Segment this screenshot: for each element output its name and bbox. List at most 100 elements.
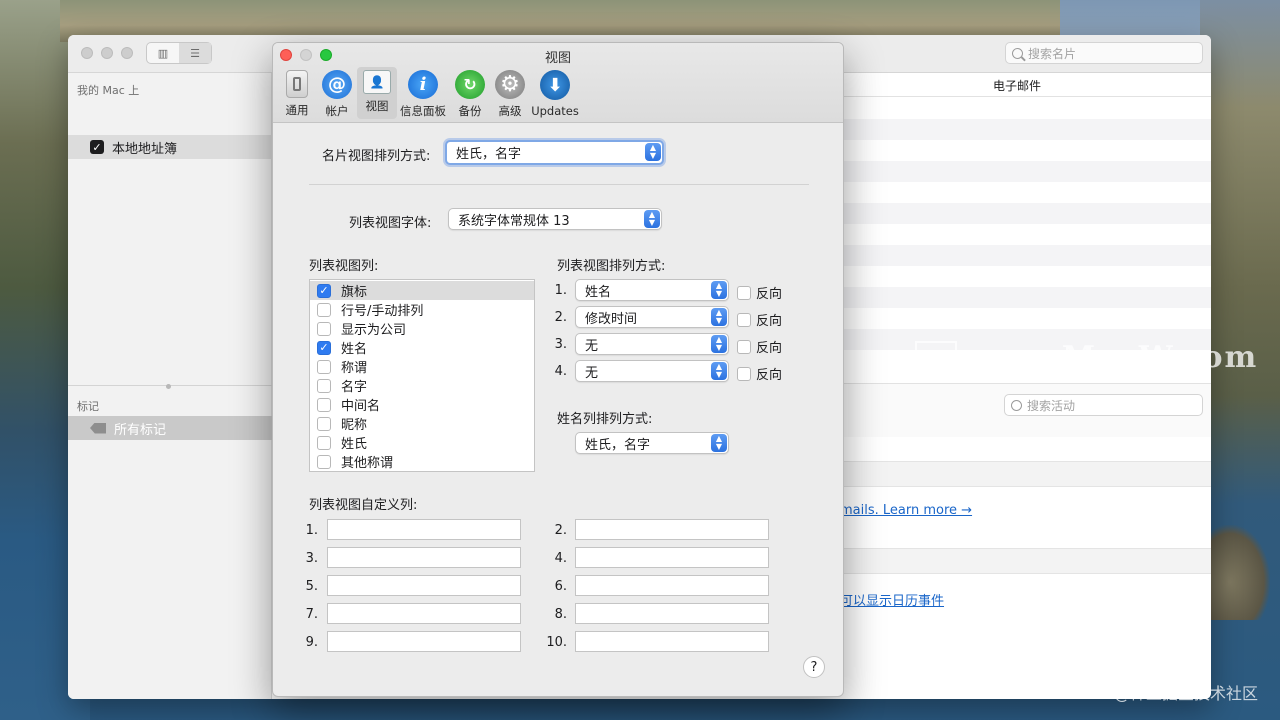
gear-icon: ⚙: [495, 70, 525, 99]
tab-updates[interactable]: ⬇ Updates: [531, 67, 579, 119]
checkbox[interactable]: [317, 302, 331, 317]
checkbox[interactable]: ✓: [317, 340, 331, 355]
checkbox[interactable]: [737, 339, 751, 354]
tab-general[interactable]: 通用: [281, 67, 313, 119]
watermark-text: www.MacW.com: [969, 340, 1259, 375]
checkbox[interactable]: [317, 321, 331, 336]
contacts-search-placeholder: 搜索名片: [1028, 46, 1077, 61]
font-popup[interactable]: 系统字体常规体 13 ▲ ▼: [448, 208, 662, 230]
reverse-checkbox-3[interactable]: 反向: [737, 337, 782, 356]
list-item-label: 姓名: [341, 342, 368, 357]
checkbox[interactable]: [317, 359, 331, 374]
activity-search-placeholder: 搜索活动: [1027, 398, 1076, 413]
list-item[interactable]: ✓ 旗标: [310, 281, 534, 300]
checkbox[interactable]: [317, 378, 331, 393]
list-item[interactable]: 其他称谓: [310, 452, 534, 471]
custom-column-field-5[interactable]: [327, 575, 521, 596]
info-icon: i: [408, 70, 438, 99]
at-sign-icon: @: [322, 70, 352, 99]
checkbox[interactable]: [737, 285, 751, 300]
list-item[interactable]: ✓ 姓名: [310, 338, 534, 357]
custom-index: 9.: [305, 635, 318, 650]
close-button[interactable]: [81, 47, 93, 59]
list-item[interactable]: 行号/手动排列: [310, 300, 534, 319]
credit-text: @稀土掘金技术社区: [1113, 684, 1258, 703]
list-item[interactable]: 显示为公司: [310, 319, 534, 338]
reverse-checkbox-4[interactable]: 反向: [737, 364, 782, 383]
chevron-updown-icon: ▲ ▼: [711, 434, 727, 452]
custom-column-field-2[interactable]: [575, 519, 769, 540]
chevron-updown-icon: ▲ ▼: [711, 335, 727, 353]
name-sort-popup[interactable]: 姓氏，名字 ▲ ▼: [575, 432, 729, 454]
list-item[interactable]: 称谓: [310, 357, 534, 376]
reverse-checkbox-1[interactable]: 反向: [737, 283, 782, 302]
custom-column-field-7[interactable]: [327, 603, 521, 624]
list-sort-popup-2[interactable]: 修改时间 ▲ ▼: [575, 306, 729, 328]
sort-index: 4.: [554, 364, 567, 379]
list-sort-label: 列表视图排列方式:: [557, 259, 666, 274]
custom-column-field-3[interactable]: [327, 547, 521, 568]
contacts-search-field[interactable]: 搜索名片: [1005, 42, 1203, 64]
custom-index: 1.: [305, 523, 318, 538]
list-item[interactable]: 昵称: [310, 414, 534, 433]
zoom-button[interactable]: [121, 47, 133, 59]
list-item-label: 姓氏: [341, 437, 368, 452]
tab-advanced[interactable]: ⚙ 高级: [493, 67, 527, 119]
tab-label: 通用: [285, 103, 309, 117]
tab-backup[interactable]: ↻ 备份: [455, 67, 485, 119]
checkbox[interactable]: [317, 416, 331, 431]
sidebar-item-label: 所有标记: [114, 422, 167, 438]
list-item[interactable]: 名字: [310, 376, 534, 395]
card-sort-popup[interactable]: 姓氏，名字 ▲ ▼: [445, 140, 664, 165]
checkbox[interactable]: [737, 312, 751, 327]
help-button[interactable]: ?: [803, 656, 825, 678]
card-sort-label: 名片视图排列方式:: [322, 149, 431, 164]
custom-column-field-8[interactable]: [575, 603, 769, 624]
tab-info-panel[interactable]: i 信息面板: [400, 67, 446, 119]
list-item[interactable]: 姓氏: [310, 433, 534, 452]
checkbox[interactable]: ✓: [317, 283, 331, 298]
tab-view[interactable]: 👤 视图: [357, 67, 397, 119]
font-value: 系统字体常规体 13: [458, 213, 570, 229]
view-mode-segmented[interactable]: ▥ ☰: [146, 42, 212, 64]
custom-column-field-6[interactable]: [575, 575, 769, 596]
watermark-logo-icon: [915, 340, 957, 375]
popup-value: 修改时间: [585, 311, 638, 327]
list-item-label: 中间名: [341, 399, 381, 414]
sidebar-header-mac: 我的 Mac 上: [77, 84, 140, 97]
reverse-checkbox-2[interactable]: 反向: [737, 310, 782, 329]
card-view-icon: 👤: [363, 70, 391, 94]
checkbox[interactable]: [317, 454, 331, 469]
calendar-link[interactable]: 可以显示日历事件: [840, 590, 944, 609]
learn-more-link[interactable]: mails. Learn more →: [840, 503, 972, 518]
popup-value: 姓氏，名字: [585, 437, 651, 453]
custom-column-field-1[interactable]: [327, 519, 521, 540]
list-sort-popup-4[interactable]: 无 ▲ ▼: [575, 360, 729, 382]
custom-column-field-4[interactable]: [575, 547, 769, 568]
checkbox[interactable]: [317, 435, 331, 450]
chevron-updown-icon: ▲ ▼: [644, 210, 660, 228]
checkbox[interactable]: [737, 366, 751, 381]
popup-value: 无: [585, 365, 599, 381]
minimize-button[interactable]: [101, 47, 113, 59]
checkbox-icon[interactable]: ✓: [90, 140, 104, 154]
activity-search-field[interactable]: 搜索活动: [1004, 394, 1203, 416]
sidebar-item-all-tags[interactable]: 所有标记: [68, 416, 272, 440]
column-header-email[interactable]: 电子邮件: [993, 77, 1041, 94]
sidebar-item-local-addressbook[interactable]: ✓ 本地地址簿: [68, 135, 272, 159]
custom-column-field-10[interactable]: [575, 631, 769, 652]
tab-label: 高级: [498, 104, 522, 118]
list-view-icon[interactable]: ☰: [179, 43, 211, 63]
columns-view-icon[interactable]: ▥: [147, 43, 179, 63]
custom-column-field-9[interactable]: [327, 631, 521, 652]
list-sort-popup-1[interactable]: 姓名 ▲ ▼: [575, 279, 729, 301]
list-item-label: 名字: [341, 380, 368, 395]
list-item[interactable]: 中间名: [310, 395, 534, 414]
resize-handle-icon[interactable]: [166, 384, 171, 389]
chevron-updown-icon: ▲ ▼: [645, 143, 661, 161]
checkbox[interactable]: [317, 397, 331, 412]
list-sort-popup-3[interactable]: 无 ▲ ▼: [575, 333, 729, 355]
list-columns-listbox[interactable]: ✓ 旗标 行号/手动排列 显示为公司 ✓ 姓名 称谓 名字 中间名 昵称 姓氏 …: [309, 279, 535, 472]
tab-accounts[interactable]: @ 帐户: [321, 67, 353, 119]
font-label: 列表视图字体:: [349, 216, 432, 231]
